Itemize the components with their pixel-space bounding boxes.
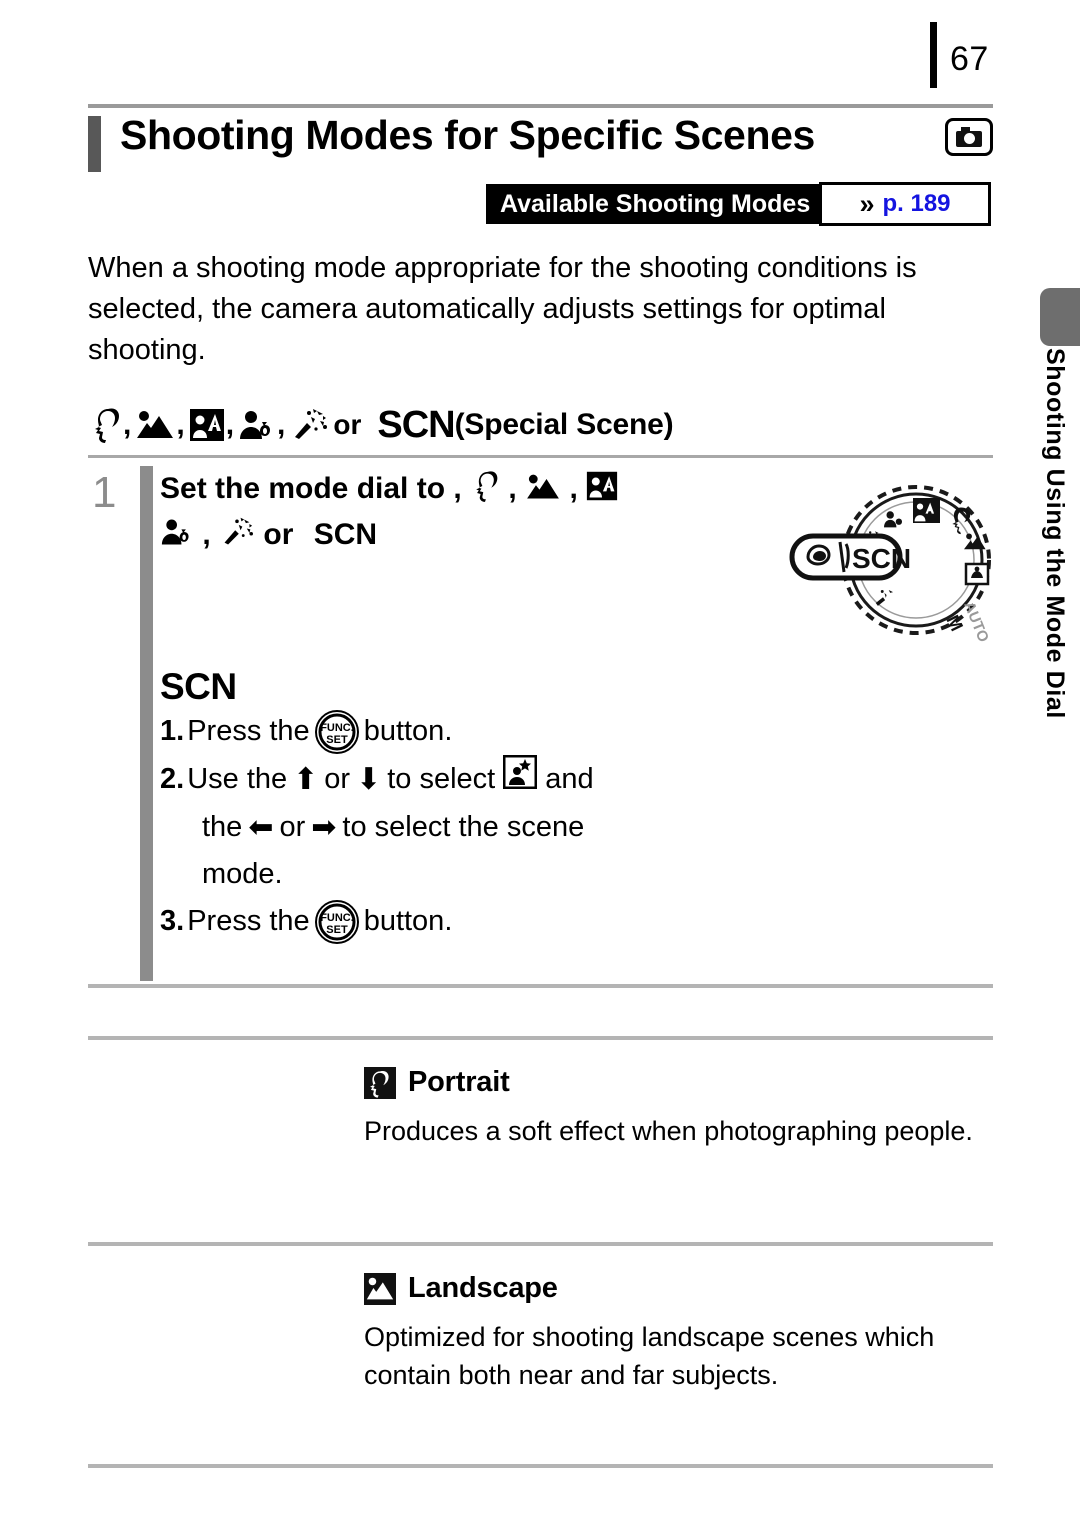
substep-2-or-2: or	[279, 811, 306, 843]
substep-2-mode: mode.	[202, 858, 283, 890]
scene-title-portrait-label: Portrait	[408, 1066, 510, 1098]
substep-2-line-3: mode.	[160, 851, 820, 898]
landscape-icon	[364, 1272, 396, 1305]
scene-title-portrait: Portrait	[364, 1066, 993, 1099]
side-tab-label: Shooting Using the Mode Dial	[1041, 348, 1069, 719]
step-comma-1: ,	[453, 472, 462, 505]
substep-2-suffix: and	[545, 763, 594, 795]
substep-3: 3. Press the FUNC. SET button.	[160, 898, 820, 945]
scene-entry-landscape: Landscape Optimized for shooting landsca…	[88, 1272, 993, 1394]
available-modes-row: Available Shooting Modes » p. 189	[88, 182, 993, 228]
page-number-bar	[930, 22, 937, 88]
func-set-button-icon: FUNC. SET	[314, 709, 359, 754]
mode-scn-label: SCN	[377, 403, 455, 446]
svg-text:SET: SET	[326, 924, 348, 936]
step-comma-4: ,	[202, 518, 211, 551]
portrait-icon	[364, 1066, 396, 1099]
indoor-icon	[224, 517, 254, 545]
arrow-up-icon: ⬆	[293, 762, 319, 796]
step-scn-label: SCN	[313, 518, 378, 551]
substep-2: 2. Use the ⬆ or ⬇ to select and	[160, 754, 820, 804]
scene-desc-landscape: Optimized for shooting landscape scenes …	[364, 1322, 935, 1390]
mode-heading-line: , , , , or SCN (Special Scene)	[88, 401, 993, 449]
scene-entry-portrait: Portrait Produces a soft effect when pho…	[88, 1066, 993, 1150]
available-modes-badge: Available Shooting Modes	[486, 184, 832, 224]
scene-title-landscape-label: Landscape	[408, 1272, 558, 1304]
substep-2-the: the	[202, 811, 243, 843]
step-instruction-line-2: , or SCN	[160, 512, 820, 558]
chapter-side-tab: Shooting Using the Mode Dial	[1034, 288, 1080, 848]
portrait-icon	[476, 471, 498, 502]
substep-2-mid: to select	[387, 763, 496, 795]
step-body: Set the mode dial to , , , , or SCN SCN …	[160, 466, 820, 945]
kids-and-pets-icon	[161, 519, 189, 545]
divider-3	[88, 1242, 993, 1246]
night-snapshot-icon	[587, 471, 618, 501]
divider-4	[88, 1464, 993, 1468]
scn-section-label: SCN	[160, 666, 237, 707]
mode-separator-4: ,	[277, 408, 286, 441]
substep-1: 1. Press the FUNC. SET button.	[160, 708, 820, 755]
substep-1-suffix: button.	[363, 715, 453, 747]
dial-scn-callout: SCN	[789, 533, 911, 581]
special-scene-icon	[502, 754, 538, 804]
arrow-down-icon: ⬇	[356, 762, 382, 796]
step-accent-bar	[140, 466, 153, 981]
arrow-left-icon: ⬅	[248, 810, 274, 844]
dial-scn-text: SCN	[852, 543, 911, 574]
step-instruction-line-1: Set the mode dial to , , ,	[160, 466, 820, 512]
step-instruction-text: Set the mode dial to	[160, 472, 446, 505]
page-number: 67	[950, 40, 989, 78]
scene-desc-portrait: Produces a soft effect when photographin…	[364, 1116, 973, 1146]
svg-text:FUNC.: FUNC.	[320, 722, 354, 734]
camera-icon	[945, 118, 993, 156]
step-comma-3: ,	[569, 472, 578, 505]
substep-1-prefix: Press the	[187, 715, 310, 747]
svg-text:FUNC.: FUNC.	[320, 912, 354, 924]
side-tab-block	[1040, 288, 1080, 346]
step-or-label: or	[263, 518, 294, 551]
indoor-icon	[295, 409, 328, 439]
substep-3-suffix: button.	[363, 905, 453, 937]
page-title: Shooting Modes for Specific Scenes	[120, 112, 815, 158]
page-content: Shooting Modes for Specific Scenes Avail…	[88, 104, 993, 1468]
step-block: 1 Set the mode dial to , , , , or SCN SC…	[88, 466, 993, 984]
svg-text:SET: SET	[326, 734, 348, 746]
page-header: 67	[0, 18, 1080, 88]
substep-2-rest: to select the scene	[342, 811, 585, 843]
step-number: 1	[92, 468, 117, 517]
title-top-rule	[88, 104, 993, 108]
substep-2-or: or	[324, 763, 351, 795]
mode-separator-2: ,	[176, 408, 185, 441]
arrow-right-icon: ➡	[311, 810, 337, 844]
mode-scn-paren: (Special Scene)	[454, 408, 674, 441]
camera-icon-lens	[964, 133, 975, 144]
title-accent-bar	[88, 116, 101, 172]
intro-paragraph: When a shooting mode appropriate for the…	[88, 252, 917, 366]
portrait-icon	[95, 408, 119, 443]
mode-separator-1: ,	[123, 408, 132, 441]
substep-2-number: 2.	[160, 763, 185, 795]
substep-2-line-2: the ⬅ or ➡ to select the scene	[160, 804, 820, 851]
landscape-icon	[527, 474, 559, 499]
scene-title-landscape: Landscape	[364, 1272, 993, 1305]
divider-2	[88, 1036, 993, 1040]
mode-separator-3: ,	[225, 408, 235, 441]
mode-heading-rule	[88, 455, 993, 458]
mode-or-label: or	[333, 409, 362, 440]
landscape-icon	[137, 411, 174, 438]
substep-3-prefix: Press the	[187, 905, 310, 937]
substep-1-number: 1.	[160, 715, 185, 747]
func-set-button-icon: FUNC. SET	[314, 899, 359, 944]
title-row: Shooting Modes for Specific Scenes	[88, 112, 993, 176]
page-reference-link[interactable]: p. 189	[882, 190, 950, 218]
step-comma-2: ,	[508, 472, 517, 505]
substep-2-prefix: Use the	[187, 763, 288, 795]
mode-dial-illustration: AUTO M SCN	[788, 472, 998, 652]
chevron-right-icon: »	[859, 188, 875, 219]
night-snapshot-icon	[189, 409, 224, 441]
page-reference-box[interactable]: » p. 189	[819, 182, 991, 226]
kids-and-pets-icon	[240, 411, 271, 439]
substep-3-number: 3.	[160, 905, 185, 937]
